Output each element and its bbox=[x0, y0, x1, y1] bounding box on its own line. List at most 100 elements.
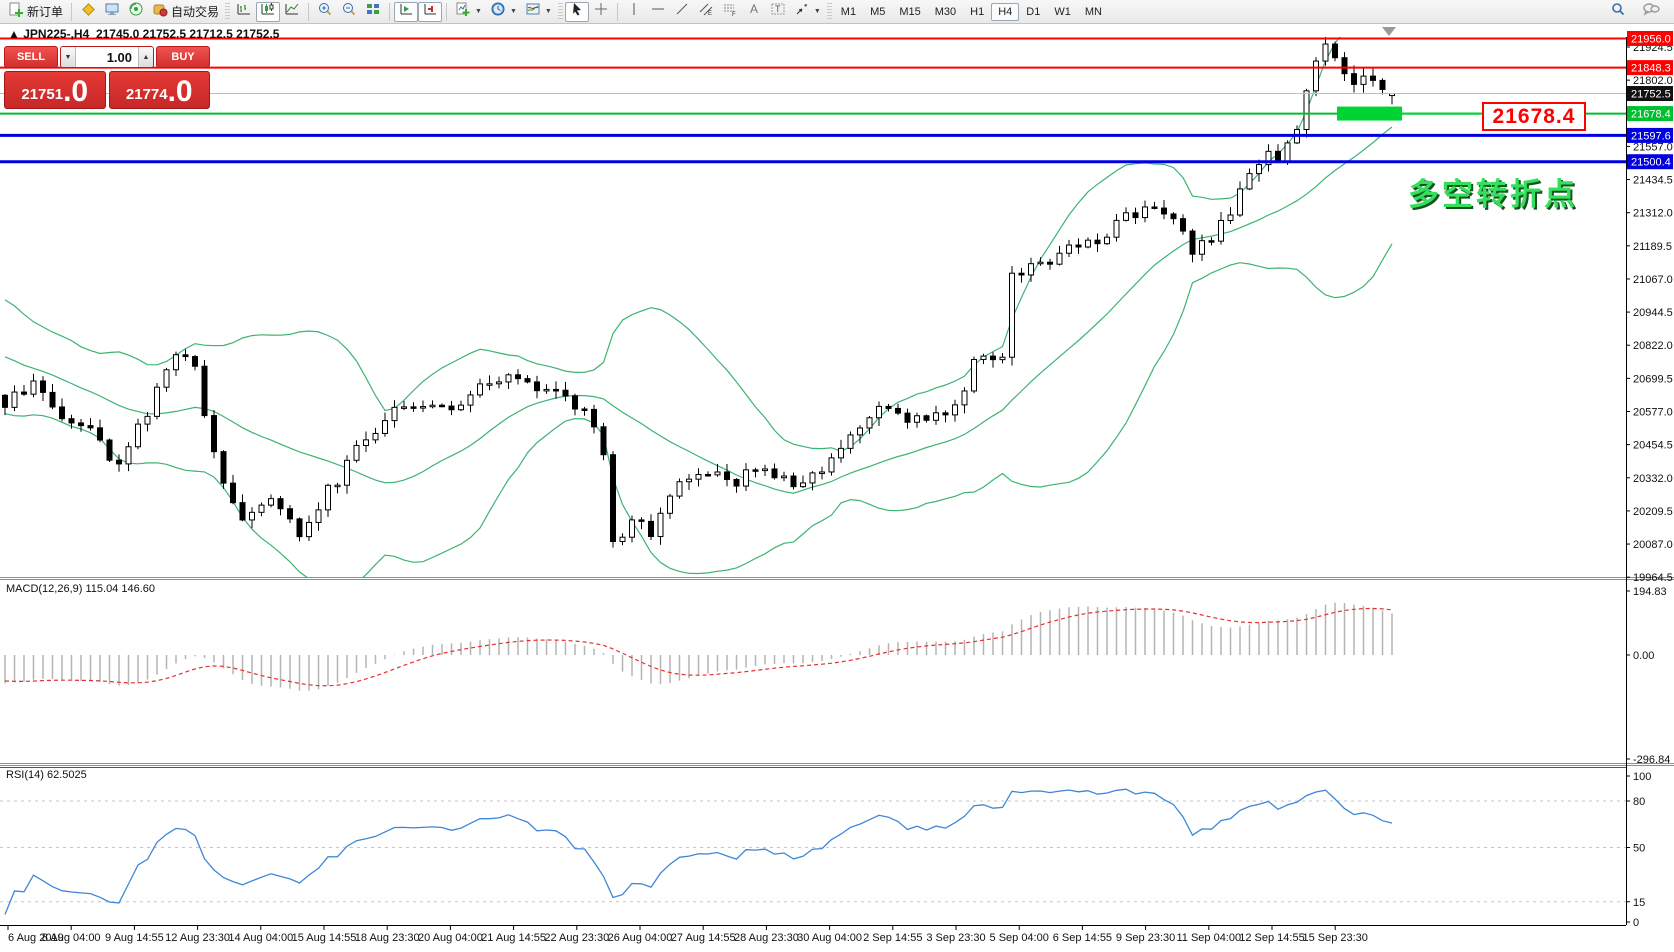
candle-body bbox=[154, 386, 160, 417]
cursor-tool-button[interactable] bbox=[564, 1, 589, 22]
line-chart-button[interactable] bbox=[280, 2, 304, 22]
price-tick-label: 19964.5 bbox=[1633, 572, 1673, 584]
candle-body bbox=[97, 427, 103, 441]
vertical-line-tool-button[interactable] bbox=[622, 2, 646, 22]
buy-button[interactable]: BUY bbox=[156, 46, 210, 68]
text-tool-button[interactable]: A bbox=[742, 2, 766, 22]
bar-chart-button[interactable] bbox=[232, 2, 256, 22]
fibonacci-tool-button[interactable]: F bbox=[718, 2, 742, 22]
candle-body bbox=[486, 383, 493, 386]
tile-windows-button[interactable] bbox=[361, 2, 385, 22]
chart-plot-area[interactable]: 21924.5 21802.0 21557.0 21434.5 21312.0 21189… bbox=[0, 0, 1674, 947]
timeframe-w1-button[interactable]: W1 bbox=[1047, 3, 1078, 21]
turning-point-annotation[interactable]: 多空转折点 bbox=[1408, 169, 1578, 214]
rsi-tick-label: 100 bbox=[1633, 771, 1651, 783]
one-click-trade-panel: SELL ▼ 1.00 ▲ BUY 21751.0 21774.0 bbox=[4, 46, 210, 109]
candle-body bbox=[923, 415, 930, 421]
price-badge-label: 21848.3 bbox=[1631, 63, 1671, 75]
zoom-out-button[interactable] bbox=[337, 2, 361, 22]
candle-body bbox=[1132, 212, 1139, 219]
sell-button[interactable]: SELL bbox=[4, 46, 58, 68]
candle-body bbox=[344, 459, 350, 486]
chat-icon bbox=[1642, 1, 1660, 22]
indicators-button[interactable]: ▼ bbox=[451, 2, 486, 22]
vertical-line-icon bbox=[626, 1, 642, 22]
candle-body bbox=[838, 447, 844, 459]
arrows-icon bbox=[794, 1, 810, 22]
buy-price-pip: .0 bbox=[167, 75, 193, 108]
candlestick-chart-button[interactable] bbox=[256, 1, 281, 22]
candle-body bbox=[2, 394, 8, 408]
candle-body bbox=[952, 404, 958, 416]
price-badge-label: 21597.6 bbox=[1631, 130, 1671, 142]
new-order-button[interactable]: 新订单 bbox=[4, 2, 67, 22]
horizontal-line-tool-button[interactable] bbox=[646, 2, 670, 22]
chart-ohlc-values: 21745.0 21752.5 21712.5 21752.5 bbox=[95, 27, 280, 41]
candle-body bbox=[543, 388, 550, 392]
timeframe-m30-button[interactable]: M30 bbox=[928, 3, 963, 21]
volume-value[interactable]: 1.00 bbox=[76, 47, 138, 67]
timeframe-m5-button[interactable]: M5 bbox=[863, 3, 892, 21]
candle-body bbox=[980, 355, 987, 360]
candle-body bbox=[1151, 206, 1158, 209]
sell-price-box[interactable]: 21751.0 bbox=[4, 71, 106, 109]
macd-panel-layer bbox=[4, 602, 1393, 691]
channel-tool-button[interactable]: E bbox=[694, 2, 718, 22]
timeframe-m1-button[interactable]: M1 bbox=[834, 3, 863, 21]
auto-scroll-button[interactable] bbox=[394, 1, 419, 22]
horizontal-level-lines bbox=[0, 37, 1626, 164]
rsi-tick-label: 50 bbox=[1633, 843, 1645, 855]
periods-button[interactable]: ▼ bbox=[486, 2, 521, 22]
volume-increase-button[interactable]: ▲ bbox=[138, 47, 153, 67]
chart-shift-button[interactable] bbox=[418, 1, 443, 22]
crosshair-tool-button[interactable] bbox=[589, 2, 613, 22]
candle-body bbox=[657, 512, 664, 537]
candle-body bbox=[876, 405, 882, 419]
candle-body bbox=[429, 404, 436, 408]
zoom-in-icon bbox=[317, 1, 333, 22]
candle-body bbox=[1009, 272, 1015, 358]
candle-body bbox=[420, 406, 426, 409]
timeframe-mn-button[interactable]: MN bbox=[1078, 3, 1109, 21]
candle-body bbox=[866, 417, 873, 429]
search-button[interactable] bbox=[1606, 2, 1630, 22]
chart-collapse-icon[interactable]: ▲ bbox=[8, 27, 20, 41]
arrows-tool-button[interactable]: ▼ bbox=[790, 2, 825, 22]
price-tick-label: 21557.0 bbox=[1633, 141, 1673, 153]
timeframe-m15-button[interactable]: M15 bbox=[892, 3, 927, 21]
candle-body bbox=[372, 432, 379, 441]
timeframe-h4-button[interactable]: H4 bbox=[991, 2, 1020, 21]
buy-price-box[interactable]: 21774.0 bbox=[108, 71, 210, 109]
sell-price-pip: .0 bbox=[63, 75, 89, 108]
autotrading-button[interactable]: 自动交易 bbox=[148, 2, 223, 22]
fibonacci-icon: F bbox=[722, 1, 738, 22]
candle-body bbox=[496, 381, 502, 385]
trendline-tool-button[interactable] bbox=[670, 2, 694, 22]
templates-button[interactable]: ▼ bbox=[521, 2, 556, 22]
main-chart-layer bbox=[2, 37, 1395, 577]
chat-button[interactable] bbox=[1638, 2, 1664, 22]
main-toolbar: 新订单 自动交易 ▼ ▼ ▼ E F A T ▼ M1 M5 M15 M30 H… bbox=[0, 0, 1674, 24]
time-axis-label: 26 Aug 04:00 bbox=[608, 932, 673, 944]
metaeditor-button[interactable] bbox=[76, 2, 100, 22]
price-tick-label: 21312.0 bbox=[1633, 208, 1673, 220]
candle-body bbox=[1199, 240, 1205, 255]
candle-body bbox=[933, 412, 939, 421]
timeframe-h1-button[interactable]: H1 bbox=[963, 3, 991, 21]
signals-button[interactable] bbox=[124, 2, 148, 22]
zoom-in-button[interactable] bbox=[313, 2, 337, 22]
price-badge-label: 21500.4 bbox=[1631, 157, 1671, 169]
candle-body bbox=[458, 404, 464, 411]
timeframe-d1-button[interactable]: D1 bbox=[1019, 3, 1047, 21]
text-label-tool-button[interactable]: T bbox=[766, 2, 790, 22]
candle-body bbox=[781, 475, 787, 479]
candle-body bbox=[315, 509, 322, 523]
support-highlight-rect[interactable] bbox=[1337, 106, 1402, 121]
arrows-dropdown-arrow: ▼ bbox=[813, 8, 821, 15]
candle-body bbox=[505, 374, 512, 383]
market-watch-button[interactable] bbox=[100, 2, 124, 22]
price-callout-box[interactable]: 21678.4 bbox=[1482, 102, 1586, 131]
indicators-dropdown-arrow: ▼ bbox=[475, 8, 482, 15]
candle-body bbox=[743, 469, 749, 487]
volume-decrease-button[interactable]: ▼ bbox=[61, 47, 76, 67]
